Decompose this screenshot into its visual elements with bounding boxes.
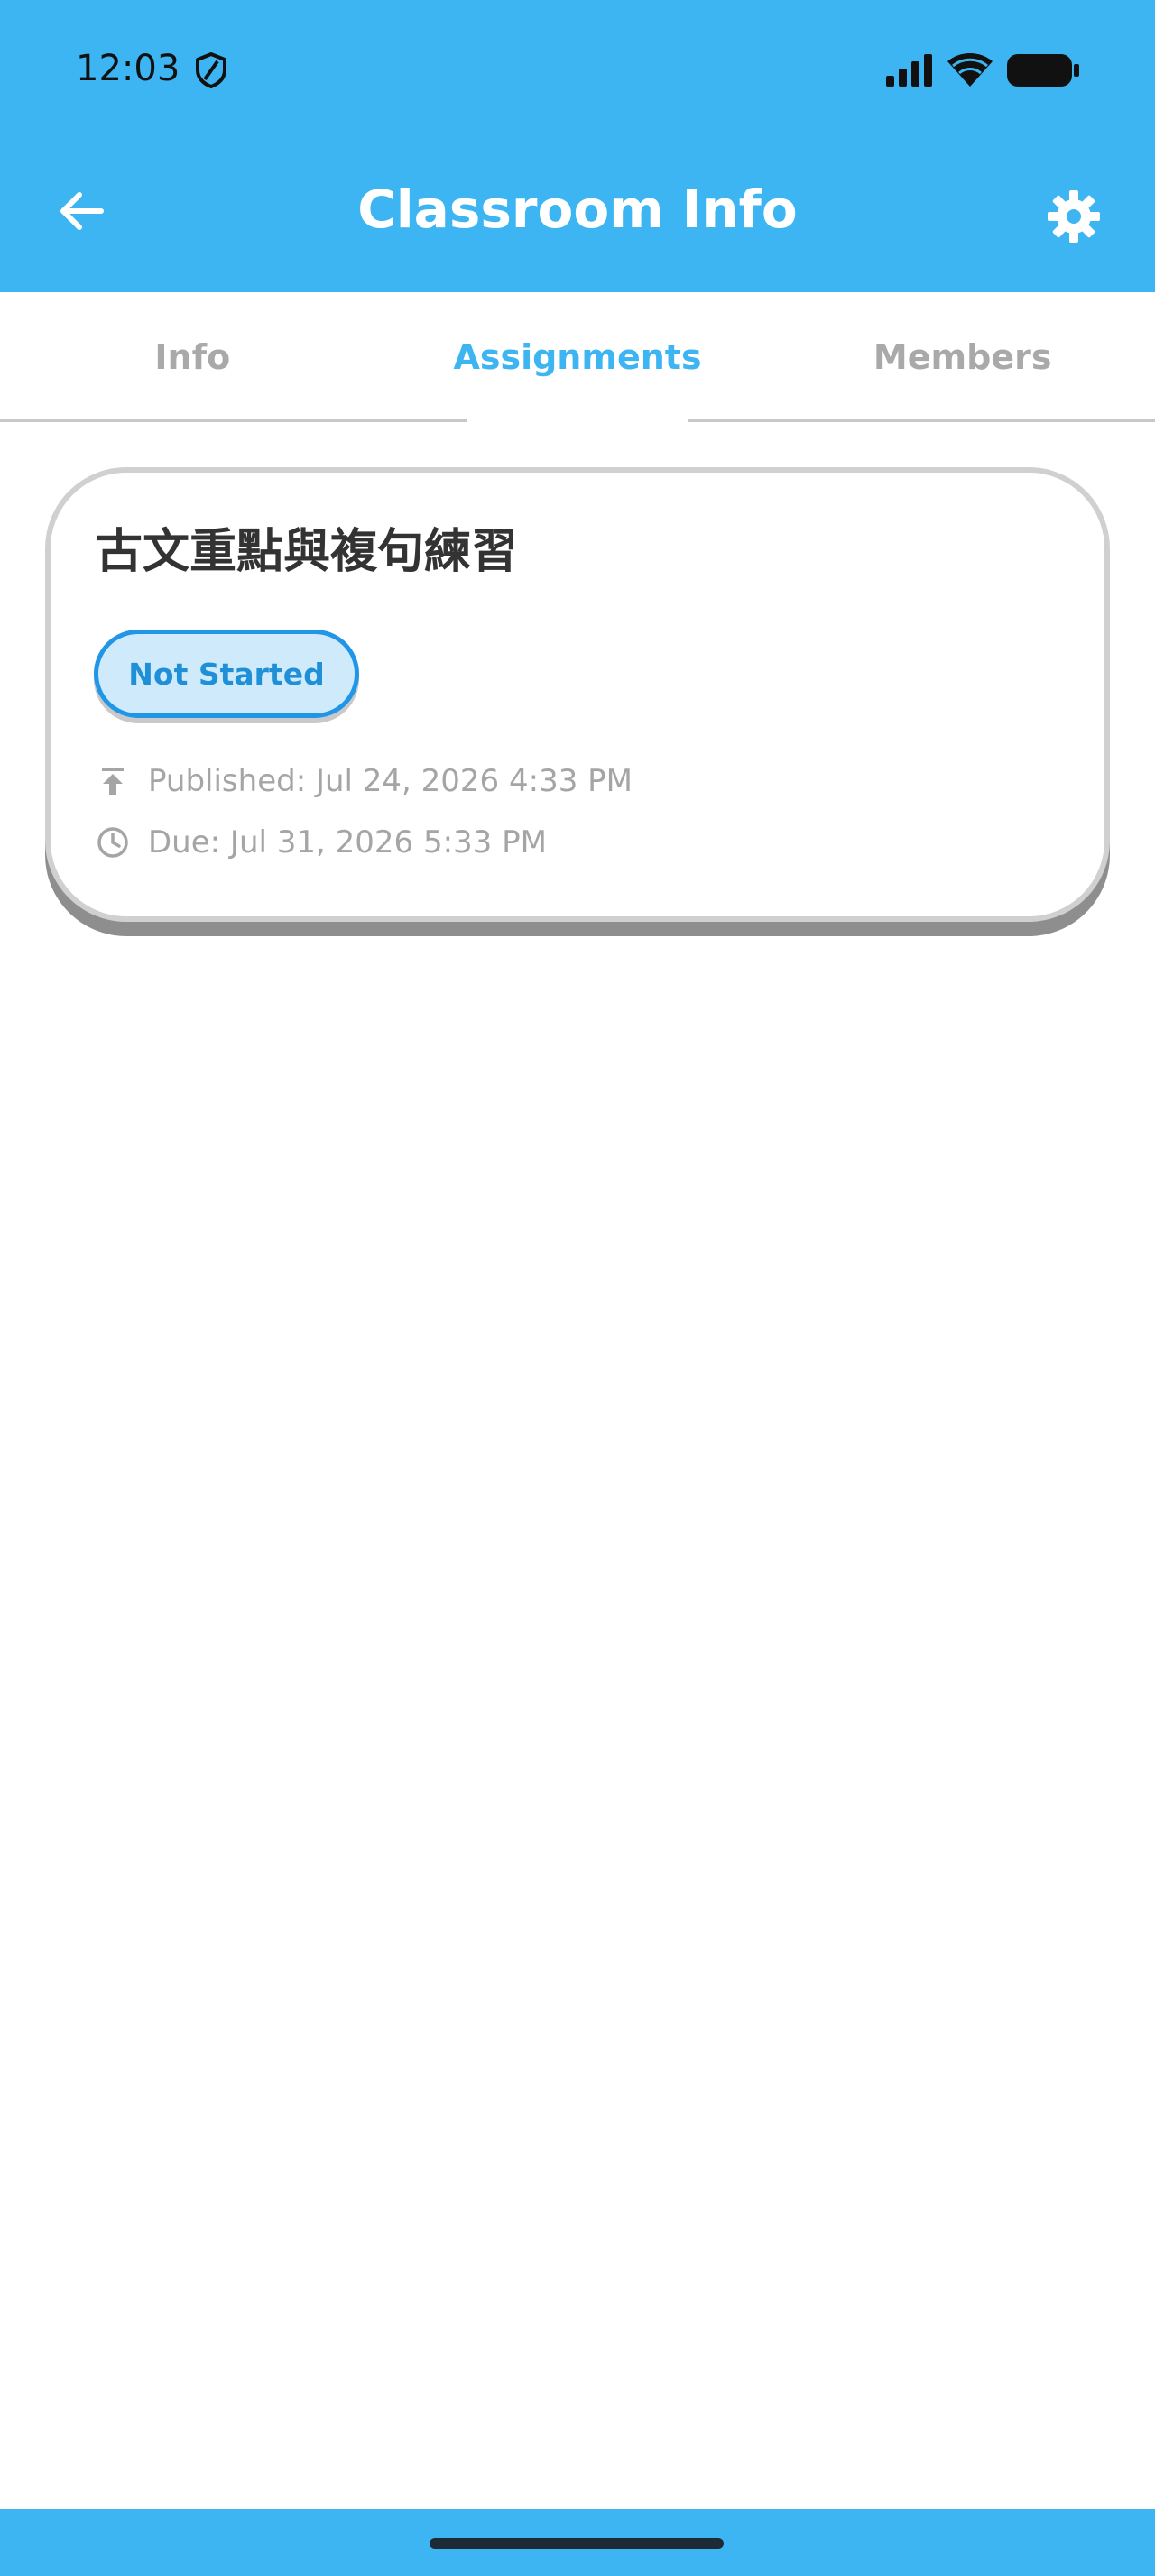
app-header: 12:03 Classroom Info xyxy=(0,0,1155,292)
classroom-info-screen: 12:03 Classroom Info Info Assignments Me… xyxy=(0,0,1155,2576)
tab-divider-left xyxy=(0,419,467,422)
tab-info[interactable]: Info xyxy=(0,292,385,422)
upload-icon xyxy=(94,762,132,800)
published-date: Published: Jul 24, 2026 4:33 PM xyxy=(148,763,633,799)
due-date: Due: Jul 31, 2026 5:33 PM xyxy=(148,824,547,860)
signal-icon xyxy=(886,54,932,87)
tab-members[interactable]: Members xyxy=(770,292,1155,422)
bottom-nav-bar xyxy=(0,2509,1155,2576)
battery-icon xyxy=(1007,54,1079,87)
tab-bar: Info Assignments Members xyxy=(0,292,1155,422)
shield-icon xyxy=(196,52,226,88)
arrow-left-icon xyxy=(60,192,104,230)
due-row: Due: Jul 31, 2026 5:33 PM xyxy=(94,821,547,864)
gear-icon xyxy=(1048,190,1100,243)
tab-assignments[interactable]: Assignments xyxy=(385,292,771,422)
assignment-card[interactable]: 古文重點與複句練習 Not Started Published: Jul 24,… xyxy=(45,467,1110,922)
published-row: Published: Jul 24, 2026 4:33 PM xyxy=(94,759,633,803)
wifi-icon xyxy=(947,53,993,87)
tab-divider-right xyxy=(688,419,1155,422)
status-badge: Not Started xyxy=(94,630,359,718)
clock-icon xyxy=(94,823,132,861)
back-button[interactable] xyxy=(51,180,112,242)
settings-button[interactable] xyxy=(1041,184,1106,249)
assignment-title: 古文重點與複句練習 xyxy=(96,525,519,579)
page-title: Classroom Info xyxy=(357,179,798,240)
status-time: 12:03 xyxy=(76,48,180,89)
home-indicator[interactable] xyxy=(430,2538,724,2549)
